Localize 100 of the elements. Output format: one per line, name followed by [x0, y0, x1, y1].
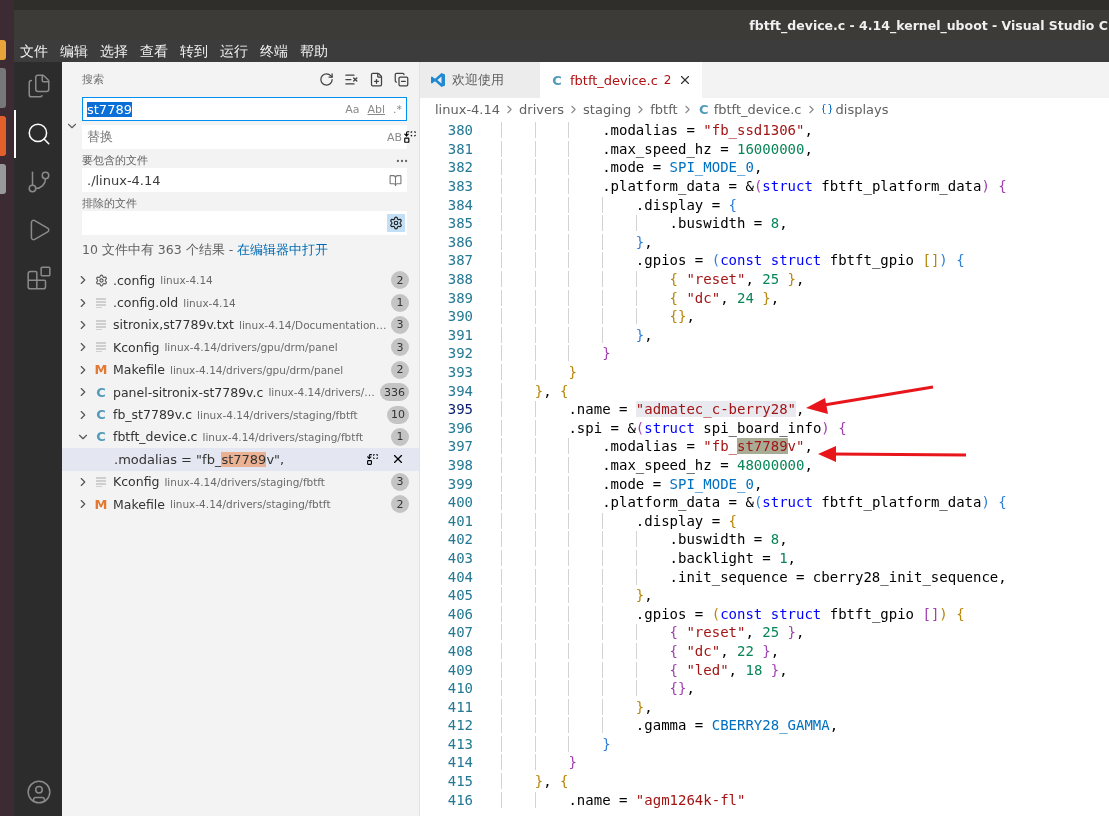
match-count: 2 [391, 360, 409, 379]
breadcrumb-item[interactable]: staging [583, 101, 632, 117]
open-in-editor-link[interactable]: 在编辑器中打开 [237, 242, 329, 259]
result-file-row[interactable]: C panel-sitronix-st7789v.c linux-4.14/drivers/… 336 [62, 380, 419, 404]
editor-tab[interactable]: C fbtft_device.c 2 [540, 62, 702, 98]
vscode-logo-icon [430, 72, 446, 88]
gear-icon [94, 273, 108, 287]
include-field[interactable]: ./linux-4.14 [82, 168, 407, 192]
exclude-field[interactable] [82, 211, 407, 235]
line-number: 388 [446, 271, 473, 288]
line-number: 412 [446, 717, 473, 734]
file-type-icon: C [94, 407, 108, 423]
result-file-row[interactable]: C fbtft_device.c linux-4.14/drivers/staging/fbtft 1 [62, 425, 419, 449]
result-file-row[interactable]: Kconfig linux-4.14/drivers/staging/fbtft 3 [62, 470, 419, 493]
file-name: fbtft_device.c [113, 429, 198, 445]
menu-item[interactable]: 终端 [254, 40, 294, 62]
match-count: 1 [391, 293, 409, 312]
line-number: 407 [446, 624, 473, 641]
match-count: 2 [391, 271, 409, 290]
line-number: 416 [446, 791, 473, 808]
line-number: 404 [446, 568, 473, 585]
breadcrumb-item[interactable]: drivers [519, 101, 565, 117]
menu-item[interactable]: 运行 [214, 40, 254, 62]
result-file-row[interactable]: Kconfig linux-4.14/drivers/gpu/drm/panel 3 [62, 336, 419, 359]
replace-icon[interactable] [366, 452, 379, 466]
file-lines-icon [94, 297, 108, 308]
file-name: fb_st7789v.c [113, 407, 193, 423]
symbol-icon [820, 103, 833, 115]
breadcrumb-item[interactable]: fbtft [650, 101, 678, 117]
file-type-icon: C [94, 384, 108, 400]
result-file-row[interactable]: .config linux-4.14 2 [62, 269, 419, 292]
search-option[interactable]: Aa [345, 102, 360, 116]
line-number: 401 [446, 512, 473, 529]
menu-item[interactable]: 文件 [14, 40, 54, 62]
match-count: 3 [391, 338, 409, 357]
line-number: 394 [446, 382, 473, 399]
book-icon[interactable] [389, 173, 402, 187]
match-count: 2 [391, 495, 409, 514]
line-number: 397 [446, 438, 473, 455]
clear-results-icon[interactable] [344, 72, 359, 87]
line-number: 383 [446, 178, 473, 195]
file-lines-icon [94, 319, 108, 330]
file-name: panel-sitronix-st7789v.c [113, 384, 264, 400]
line-number: 396 [446, 419, 473, 436]
collapse-all-icon[interactable] [394, 72, 409, 87]
line-number: 413 [446, 735, 473, 752]
line-number: 403 [446, 549, 473, 566]
new-file-icon[interactable] [369, 72, 384, 87]
menu-item[interactable]: 帮助 [294, 40, 334, 62]
match-count: 3 [391, 315, 409, 334]
menu-item[interactable]: 选择 [94, 40, 134, 62]
settings-icon[interactable] [387, 214, 405, 232]
line-number: 402 [446, 531, 473, 548]
refresh-icon[interactable] [319, 72, 334, 87]
result-file-row[interactable]: C fb_st7789v.c linux-4.14/drivers/staging/fbtft 10 [62, 403, 419, 426]
match-count: 3 [391, 472, 409, 491]
breadcrumb-item[interactable]: linux-4.14 [435, 101, 501, 117]
line-number: 415 [446, 773, 473, 790]
line-number: 385 [446, 215, 473, 232]
file-name: .config [113, 272, 156, 288]
match-count: 336 [380, 383, 409, 402]
search-option[interactable]: .* [393, 102, 402, 116]
line-number: 406 [446, 605, 473, 622]
match-text: .modalias = "fb_st7789v", [114, 451, 286, 467]
breadcrumb-item[interactable]: fbtft_device.c [713, 101, 802, 117]
file-path: linux-4.14/drivers/staging/fbtft [169, 498, 332, 511]
result-file-row[interactable]: M Makefile linux-4.14/drivers/staging/fbtft 2 [62, 492, 419, 516]
file-name: sitronix,st7789v.txt [113, 317, 234, 333]
file-path: linux-4.14/drivers/gpu/drm/panel [164, 341, 339, 354]
panel-title: 搜索 [82, 72, 105, 87]
file-name: Makefile [113, 362, 165, 378]
file-type-icon: M [94, 362, 108, 378]
file-path: linux-4.14/drivers/gpu/drm/panel [169, 363, 345, 376]
menu-item[interactable]: 转到 [174, 40, 214, 62]
search-field[interactable]: st7789 Aa Abl .* [82, 97, 407, 121]
line-number: 399 [446, 475, 473, 492]
line-number: 386 [446, 233, 473, 250]
search-option[interactable]: Abl [367, 102, 385, 116]
file-type-icon: C [550, 72, 564, 88]
result-file-row[interactable]: sitronix,st7789v.txt linux-4.14/Documentation… 3 [62, 313, 419, 337]
line-number: 409 [446, 661, 473, 678]
file-type-icon: M [94, 496, 108, 512]
editor-tab[interactable]: 欢迎使用 [420, 62, 540, 98]
line-number: 405 [446, 587, 473, 604]
file-path: linux-4.14 [183, 296, 237, 309]
match-count: 10 [387, 405, 409, 424]
replace-field[interactable]: 替换 AB [82, 125, 407, 149]
line-number: 410 [446, 680, 473, 697]
result-file-row[interactable]: .config.old linux-4.14 1 [62, 291, 419, 314]
file-path: linux-4.14/drivers/staging/fbtft [197, 408, 359, 421]
menu-item[interactable]: 编辑 [54, 40, 94, 62]
menu-item[interactable]: 查看 [134, 40, 174, 62]
file-type-icon: C [94, 429, 108, 445]
breadcrumb-item[interactable]: displays [835, 101, 889, 117]
match-count: 1 [391, 427, 409, 446]
match-row[interactable]: .modalias = "fb_st7789v", [62, 448, 419, 471]
result-file-row[interactable]: M Makefile linux-4.14/drivers/gpu/drm/panel 2 [62, 358, 419, 381]
preserve-case-option[interactable]: AB [386, 130, 402, 144]
file-name: Kconfig [113, 474, 160, 490]
line-number: 390 [446, 308, 473, 325]
